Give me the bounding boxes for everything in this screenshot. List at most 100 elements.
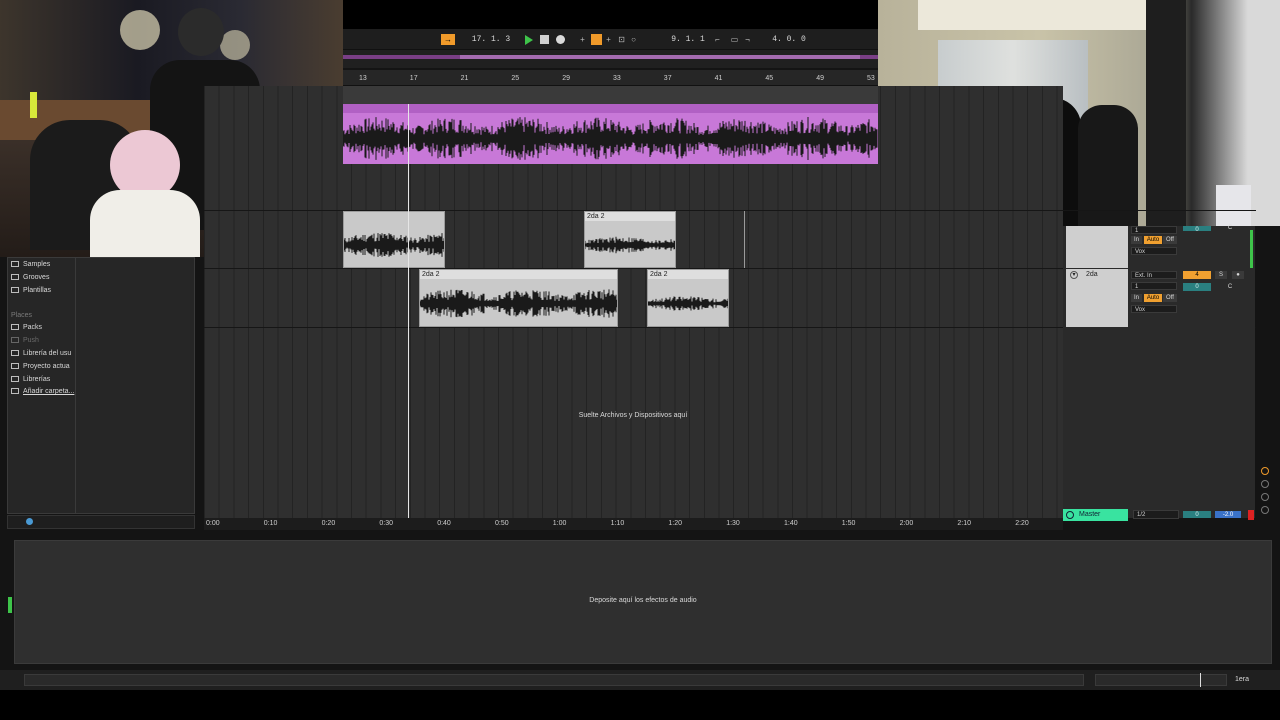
track2-pan-field[interactable]: C [1215,283,1245,291]
samples-icon [11,261,19,268]
playhead[interactable] [408,104,409,518]
folder-icon [11,376,19,383]
beat-ruler-label: 45 [765,75,774,82]
track2-input-type-dropdown[interactable]: Ext. In [1131,271,1177,279]
browser-divider[interactable] [75,257,76,514]
letterbox-bottom [0,690,1280,720]
overview-visible-window[interactable] [460,55,860,59]
zoom-slider[interactable] [1095,674,1227,686]
beat-time-ruler[interactable] [343,70,878,86]
time-ruler-label: 1:40 [784,520,798,527]
audio-clip-track1-a[interactable] [343,211,445,268]
push-icon [11,337,19,344]
track-header-2[interactable]: ▾ 2da [1066,269,1128,327]
track1-monitor-auto-button[interactable]: Auto [1144,236,1162,244]
time-ruler-label: 1:30 [726,520,740,527]
waveform [344,233,444,257]
audio-clip-main[interactable] [343,104,878,164]
time-ruler-label: 1:10 [610,520,625,527]
fold-track-icon[interactable]: ▾ [1070,271,1078,279]
track1-level-meter [1250,230,1253,268]
time-ruler-label: 2:00 [899,520,914,527]
time-ruler-label: 2:10 [957,520,972,527]
track2-input-channel-dropdown[interactable]: 1 [1131,282,1177,290]
beat-ruler-label: 37 [663,75,672,82]
master-peak-field[interactable]: -2.0 [1215,511,1241,518]
waveform [648,296,728,311]
session-record-icon[interactable]: ⊡ [617,35,626,44]
places-item-user-library[interactable]: Librería del usu [11,350,71,357]
loop-icon[interactable]: ○ [629,35,638,44]
places-item-libraries[interactable]: Librerías [11,376,50,383]
beat-ruler-label: 49 [816,75,824,82]
drop-effects-hint[interactable]: Deposite aquí los efectos de audio [543,597,743,604]
browser-item-plantillas[interactable]: Plantillas [11,287,51,294]
drop-files-hint[interactable]: Suelte Archivos y Dispositivos aquí [533,412,733,419]
time-ruler-label: 2:20 [1015,520,1029,527]
beat-ruler-label: 53 [867,75,875,82]
audio-clip-track1-b[interactable]: 2da 2 [584,211,676,268]
time-ruler-label: 1:20 [668,520,683,527]
time-ruler-label: 0:40 [437,520,451,527]
automation-arm-icon[interactable] [591,34,602,45]
track2-volume-field[interactable]: 0 [1183,283,1211,291]
track2-monitor-in-button[interactable]: In [1131,294,1142,302]
places-item-packs[interactable]: Packs [11,324,42,331]
io-section-toggle-icon[interactable] [1261,467,1269,475]
loop-start-display[interactable]: 9. 1. 1 [664,34,712,45]
track1-pan-field[interactable]: C [1215,224,1245,232]
browser-item-grooves[interactable]: Grooves [11,274,49,281]
track2-name: 2da [1085,271,1098,278]
punch-out-toggle-icon[interactable]: ¬ [743,35,752,44]
time-ruler-label: 0:10 [263,520,278,527]
waveform [343,117,878,160]
loop-toggle-icon[interactable]: ▭ [730,35,739,44]
stop-button[interactable] [540,35,549,44]
track2-solo-button[interactable]: S [1215,271,1227,279]
follow-icon[interactable]: → [441,34,455,45]
browser-footer [7,515,195,529]
song-position-display[interactable]: 17. 1. 3 [462,34,520,45]
browser-panel [7,257,195,514]
grooves-icon [11,274,19,281]
loop-length-display[interactable]: 4. 0. 0 [765,34,813,45]
record-button[interactable] [556,35,565,44]
add-folder-icon [11,388,19,395]
places-add-folder[interactable]: Añadir carpeta... [11,388,74,395]
status-message-field [24,674,1084,686]
track1-monitor-in-button[interactable]: In [1131,236,1142,244]
add-overdub-icon[interactable]: + [578,35,587,44]
beat-ruler-label: 41 [714,75,723,82]
punch-in-toggle-icon[interactable]: ⌐ [713,35,722,44]
places-item-push[interactable]: Push [11,337,39,344]
master-play-icon[interactable] [1066,511,1074,519]
places-item-current-project[interactable]: Proyecto actua [11,363,70,370]
track2-arm-button[interactable]: ● [1232,271,1244,279]
track2-monitor-off-button[interactable]: Off [1163,294,1177,302]
time-ruler-label: 1:00 [552,520,567,527]
track1-monitor-off-button[interactable]: Off [1163,236,1177,244]
returns-toggle-icon[interactable] [1261,493,1269,501]
browser-item-samples[interactable]: Samples [11,261,50,268]
zoom-slider-thumb[interactable] [1200,673,1201,687]
track1-volume-field[interactable]: 0 [1183,226,1211,233]
preview-icon[interactable] [26,518,33,525]
sends-toggle-icon[interactable] [1261,480,1269,488]
audio-clip-track2-b[interactable]: 2da 2 [647,269,729,327]
mixer-toggle-icon[interactable] [1261,506,1269,514]
clip-name: 2da 2 [650,271,668,278]
master-output-dropdown[interactable]: 1/2 [1133,510,1179,519]
track2-output-dropdown[interactable]: Vox [1131,305,1177,313]
arrangement-overview[interactable] [343,50,878,68]
track2-activator-button[interactable]: 4 [1183,271,1211,279]
master-volume-field[interactable]: 0 [1183,511,1211,518]
beat-ruler-label: 13 [359,75,367,82]
folder-icon [11,350,19,357]
track1-output-dropdown[interactable]: Vox [1131,247,1177,255]
track1-input-channel-dropdown[interactable]: 1 [1131,226,1177,234]
track-header-1[interactable] [1066,226,1128,268]
punch-in-icon[interactable]: + [604,35,613,44]
audio-clip-track2-a[interactable]: 2da 2 [419,269,618,327]
play-button[interactable] [525,35,533,45]
track2-monitor-auto-button[interactable]: Auto [1144,294,1162,302]
